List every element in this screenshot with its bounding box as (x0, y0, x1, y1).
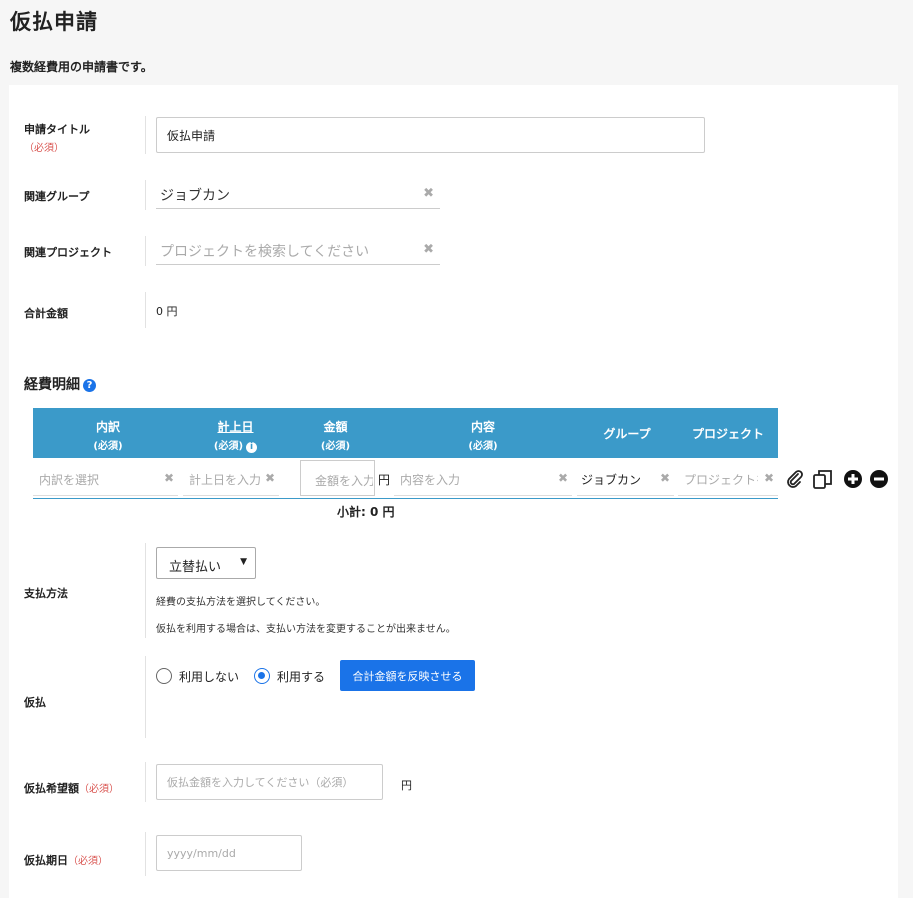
help-icon[interactable]: ? (83, 379, 96, 392)
project-label: 関連プロジェクト (24, 246, 112, 259)
advance-date-label: 仮払期日（必須） (24, 854, 108, 867)
radio-use-label[interactable]: 利用する (277, 668, 325, 685)
clear-icon: ✖ (264, 471, 275, 485)
reflect-total-button[interactable]: 合計金額を反映させる (340, 660, 475, 691)
row-project-select[interactable]: プロジェクトを✖ (678, 462, 778, 496)
breakdown-select[interactable]: 内訳を選択 ✖ (33, 462, 178, 496)
total-label: 合計金額 (24, 307, 68, 320)
copy-icon[interactable] (812, 468, 834, 490)
plus-circle-icon[interactable] (843, 469, 863, 489)
advance-date-input[interactable] (156, 835, 302, 871)
project-select-placeholder: プロジェクトを検索してください (160, 244, 370, 260)
radio-not-use[interactable] (156, 668, 172, 684)
payment-select-value: 立替払い (169, 560, 222, 575)
divider (145, 292, 146, 328)
payment-note-2: 仮払を利用する場合は、支払い方法を変更することが出来ません。 (156, 624, 456, 635)
minus-circle-icon[interactable] (869, 469, 889, 489)
row-divider (33, 498, 778, 499)
page-description: 複数経費用の申請書です。 (10, 60, 153, 74)
title-input[interactable] (156, 117, 705, 153)
clear-icon: ✖ (763, 471, 774, 485)
advance-amount-required: （必須） (79, 784, 119, 795)
divider (145, 656, 146, 738)
expense-section-title-text: 経費明細 (24, 377, 80, 393)
page-title: 仮払申請 (10, 10, 98, 34)
advance-amount-unit: 円 (401, 779, 412, 792)
divider (145, 543, 146, 638)
clear-icon: ✖ (557, 471, 568, 485)
clear-icon: ✖ (163, 471, 174, 485)
header-amount: 金額 (必須) (320, 420, 351, 452)
total-value: 0 円 (156, 305, 178, 318)
project-select[interactable]: プロジェクトを検索してください ✖ (156, 236, 440, 265)
content-input[interactable]: 内容を入力 ✖ (394, 462, 572, 496)
date-input[interactable]: 計上日を入力 ✖ (183, 462, 279, 496)
advance-amount-input[interactable] (156, 764, 383, 800)
expense-table-header: 内訳 (必須) 計上日 (必須) i 金額 (必須) 内容 (必須) グループ プロジェク… (33, 408, 778, 458)
title-label: 申請タイトル (24, 123, 90, 136)
divider (145, 236, 146, 266)
subtotal: 小計: 0 円 (337, 505, 395, 519)
row-group-select[interactable]: ジョブカン ✖ (577, 462, 674, 496)
divider (145, 762, 146, 802)
radio-use[interactable] (254, 668, 270, 684)
clear-icon[interactable]: ✖ (423, 186, 434, 201)
header-breakdown: 内訳 (必須) (93, 420, 123, 452)
amount-unit: 円 (378, 473, 391, 487)
info-icon[interactable]: i (246, 442, 258, 453)
divider (145, 116, 146, 154)
group-select-value: ジョブカン (160, 188, 230, 204)
radio-not-use-label[interactable]: 利用しない (179, 668, 239, 685)
clear-icon[interactable]: ✖ (423, 242, 434, 257)
clear-icon: ✖ (659, 471, 670, 485)
header-content: 内容 (必須) (468, 420, 498, 452)
title-required: （必須） (24, 143, 64, 154)
advance-label: 仮払 (24, 696, 46, 709)
header-group: グループ (603, 427, 651, 441)
divider (145, 832, 146, 876)
payment-note-1: 経費の支払方法を選択してください。 (156, 597, 326, 608)
payment-label: 支払方法 (24, 587, 68, 600)
advance-amount-label: 仮払希望額（必須） (24, 782, 119, 795)
group-label: 関連グループ (24, 190, 90, 203)
paperclip-icon[interactable] (785, 469, 805, 489)
divider (145, 180, 146, 210)
group-select[interactable]: ジョブカン ✖ (156, 180, 440, 209)
dropdown-arrow-icon: ▼ (240, 557, 247, 567)
header-date[interactable]: 計上日 (必須) i (183, 408, 288, 458)
advance-date-required: （必須） (68, 856, 108, 867)
header-project: プロジェクト (691, 427, 764, 441)
expense-section-title: 経費明細? (24, 374, 96, 394)
payment-select[interactable]: 立替払い ▼ (156, 547, 256, 579)
amount-input[interactable]: 金額を入力 (300, 460, 375, 496)
